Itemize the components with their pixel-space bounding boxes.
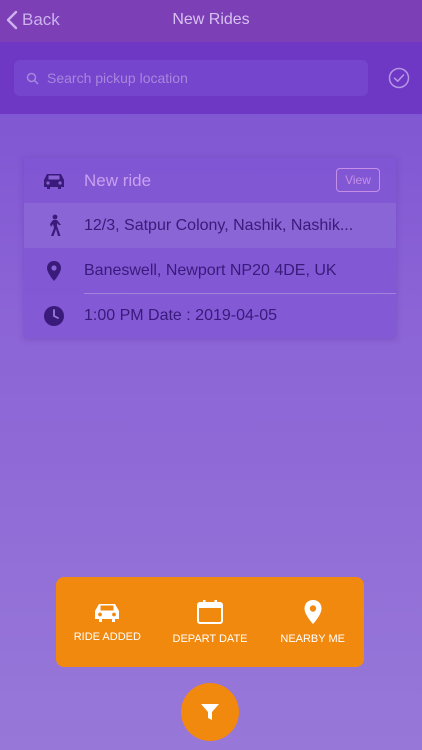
drop-row: Baneswell, Newport NP20 4DE, UK [24,248,396,293]
car-icon [44,173,64,189]
nav-bar: Back New Rides [0,0,422,42]
pickup-row: 12/3, Satpur Colony, Nashik, Nashik... [24,203,396,248]
ride-card[interactable]: New ride View 12/3, Satpur Colony, Nashi… [24,158,396,338]
page-title: New Rides [172,11,250,28]
filter-icon [201,704,219,720]
time-row: 1:00 PM Date : 2019-04-05 [24,293,396,338]
filter-button[interactable] [181,683,239,741]
search-icon [26,72,39,85]
car-icon [95,604,120,622]
filter-label: NEARBY ME [280,633,345,645]
search-placeholder: Search pickup location [47,70,188,86]
view-button[interactable]: View [336,168,380,192]
filter-label: DEPART DATE [172,633,248,645]
filter-label: RIDE ADDED [73,631,141,643]
calendar-icon [197,600,223,624]
clock-icon [44,305,64,326]
drop-address: Baneswell, Newport NP20 4DE, UK [84,261,337,279]
location-pin-icon [304,600,322,624]
filter-depart-date[interactable]: DEPART DATE [159,577,262,667]
search-input[interactable]: Search pickup location [14,60,368,96]
filter-ride-added[interactable]: RIDE ADDED [56,577,159,667]
search-bar: Search pickup location [0,42,422,114]
ride-header-row: New ride View [24,158,396,203]
pickup-address: 12/3, Satpur Colony, Nashik, Nashik... [84,216,354,234]
check-circle-icon[interactable] [388,67,410,89]
walking-icon [50,214,61,236]
ride-time: 1:00 PM Date : 2019-04-05 [84,306,278,324]
filter-panel: RIDE ADDED DEPART DATE NEARBY ME [56,577,364,667]
ride-title: New ride [84,170,152,190]
filter-nearby-me[interactable]: NEARBY ME [261,577,364,667]
location-pin-icon [47,260,61,281]
